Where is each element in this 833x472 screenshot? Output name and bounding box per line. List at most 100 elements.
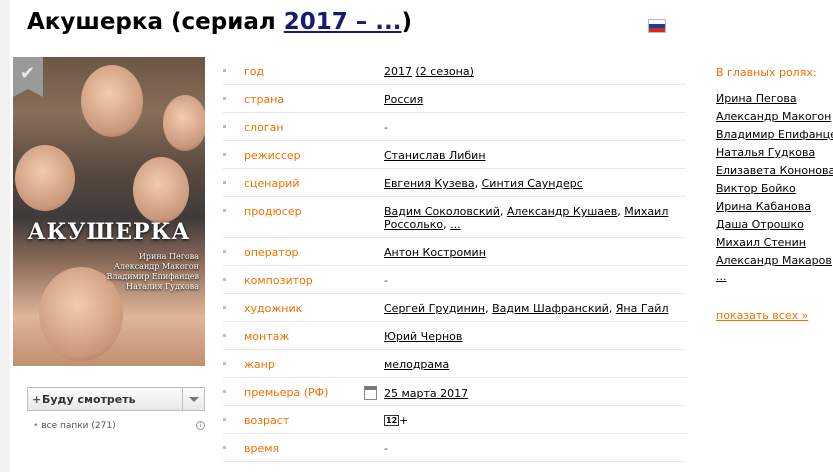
poster-image[interactable]: ✔ АКУШЕРКА Ирина Пегова Александр Макого… — [13, 57, 205, 366]
info-value: мелодрама — [384, 358, 684, 371]
country-link[interactable]: Россия — [384, 93, 423, 106]
poster-name: Ирина Пегова — [138, 252, 199, 261]
starring-panel: В главных ролях: Ирина Пегова Александр … — [716, 66, 833, 322]
title-year-link[interactable]: 2017 – ... — [284, 9, 402, 35]
info-value: Антон Костромин — [384, 246, 684, 259]
info-key: жанр — [244, 358, 275, 371]
info-row-artist: художник Сергей Грудинин, Вадим Шафранск… — [223, 294, 686, 322]
info-value: - — [384, 442, 684, 455]
row-bullet — [223, 390, 226, 393]
info-row-premiere: премьера (РФ) 25 марта 2017 — [223, 378, 686, 406]
actor-link[interactable]: Александр Макогон — [716, 108, 833, 126]
info-row-slogan: слоган - — [223, 113, 686, 141]
actor-link[interactable]: Михаил Стенин — [716, 234, 833, 252]
row-bullet — [223, 97, 226, 100]
info-row-writer: сценарий Евгения Кузева, Синтия Саундерс — [223, 169, 686, 197]
poster-cast-names: Ирина Пегова Александр Макогон Владимир … — [107, 252, 199, 292]
genre-link[interactable]: мелодрама — [384, 358, 449, 371]
actor-link[interactable]: Владимир Епифанцев — [716, 126, 833, 144]
info-value: Вадим Соколовский, Александр Кушаев, Мих… — [384, 205, 669, 231]
director-link[interactable]: Станислав Либин — [384, 149, 486, 162]
watchlist-dropdown[interactable]: + Буду смотреть — [27, 387, 205, 411]
show-all-link[interactable]: показать всех » — [716, 309, 833, 322]
artist-link[interactable]: Яна Гайл — [616, 302, 669, 315]
info-row-composer: композитор - — [223, 266, 686, 294]
info-key: оператор — [244, 246, 299, 259]
info-key: премьера (РФ) — [244, 386, 329, 399]
info-row-operator: оператор Антон Костромин — [223, 238, 686, 266]
actor-link[interactable]: Ирина Пегова — [716, 90, 833, 108]
producer-more-link[interactable]: ... — [450, 218, 461, 231]
info-row-country: страна Россия — [223, 85, 686, 113]
info-key: продюсер — [244, 205, 302, 218]
info-row-year: год 2017 (2 сезона) — [223, 57, 686, 85]
writer-link[interactable]: Евгения Кузева — [384, 177, 475, 190]
artist-link[interactable]: Сергей Грудинин — [384, 302, 485, 315]
info-value: - — [384, 121, 684, 134]
age-plus: + — [399, 414, 409, 427]
producer-link[interactable]: Александр Кушаев — [507, 205, 617, 218]
page-title: Акушерка (сериал 2017 – ...) — [27, 9, 412, 35]
row-bullet — [223, 209, 226, 212]
row-bullet — [223, 362, 226, 365]
poster-face-4 — [15, 145, 75, 211]
info-icon[interactable]: i — [196, 421, 205, 430]
poster-face-3 — [133, 157, 189, 223]
premiere-link[interactable]: 25 марта 2017 — [384, 387, 468, 400]
calendar-icon[interactable] — [364, 386, 377, 400]
plus-icon[interactable]: + — [32, 393, 41, 406]
info-row-producer: продюсер Вадим Соколовский, Александр Ку… — [223, 197, 686, 238]
info-row-time: время - — [223, 434, 686, 462]
editor-link[interactable]: Юрий Чернов — [384, 330, 462, 343]
row-bullet — [223, 250, 226, 253]
composer-value: - — [384, 274, 388, 287]
info-key: время — [244, 442, 280, 455]
actor-link[interactable]: Наталья Гудкова — [716, 144, 833, 162]
row-bullet — [223, 418, 226, 421]
year-link[interactable]: 2017 — [384, 65, 412, 78]
left-edge-strip — [0, 0, 10, 472]
row-bullet — [223, 334, 226, 337]
info-key: композитор — [244, 274, 313, 287]
actor-link[interactable]: Александр Макаров — [716, 252, 833, 270]
artist-link[interactable]: Вадим Шафранский — [492, 302, 609, 315]
info-key: монтаж — [244, 330, 290, 343]
time-value: - — [384, 442, 388, 455]
info-key: год — [244, 65, 265, 78]
actor-link[interactable]: Ирина Кабанова — [716, 198, 833, 216]
info-value: 12 + — [384, 414, 684, 427]
more-actors-link[interactable]: ... — [716, 270, 833, 284]
poster-name: Александр Макогон — [113, 262, 199, 271]
info-value: Юрий Чернов — [384, 330, 684, 343]
producer-link[interactable]: Вадим Соколовский — [384, 205, 500, 218]
actor-link[interactable]: Виктор Бойко — [716, 180, 833, 198]
chevron-down-icon[interactable] — [182, 388, 204, 410]
poster-face-2 — [163, 95, 205, 151]
row-bullet — [223, 125, 226, 128]
info-row-editor: монтаж Юрий Чернов — [223, 322, 686, 350]
info-key: слоган — [244, 121, 284, 134]
actor-link[interactable]: Даша Отрошко — [716, 216, 833, 234]
starring-heading: В главных ролях: — [716, 66, 817, 79]
checkmark-icon[interactable]: ✔ — [20, 63, 35, 84]
row-bullet — [223, 181, 226, 184]
info-key: сценарий — [244, 177, 300, 190]
info-key: страна — [244, 93, 285, 106]
writer-link[interactable]: Синтия Саундерс — [482, 177, 583, 190]
actor-link[interactable]: Елизавета Кононова — [716, 162, 833, 180]
row-bullet — [223, 446, 226, 449]
age-rating-badge[interactable]: 12 — [384, 415, 400, 426]
all-folders-link[interactable]: • все папки (271) — [33, 421, 116, 431]
row-bullet — [223, 153, 226, 156]
info-value: 2017 (2 сезона) — [384, 65, 684, 78]
info-value: Евгения Кузева, Синтия Саундерс — [384, 177, 583, 190]
poster-name: Владимир Епифанцев — [106, 272, 199, 281]
seasons-link[interactable]: (2 сезона) — [416, 65, 474, 78]
row-bullet — [223, 69, 226, 72]
info-value: 25 марта 2017 — [364, 386, 684, 400]
row-bullet — [223, 306, 226, 309]
info-row-director: режиссер Станислав Либин — [223, 141, 686, 169]
folders-text[interactable]: все папки (271) — [41, 421, 115, 431]
watchlist-label[interactable]: Буду смотреть — [42, 393, 136, 406]
operator-link[interactable]: Антон Костромин — [384, 246, 486, 259]
